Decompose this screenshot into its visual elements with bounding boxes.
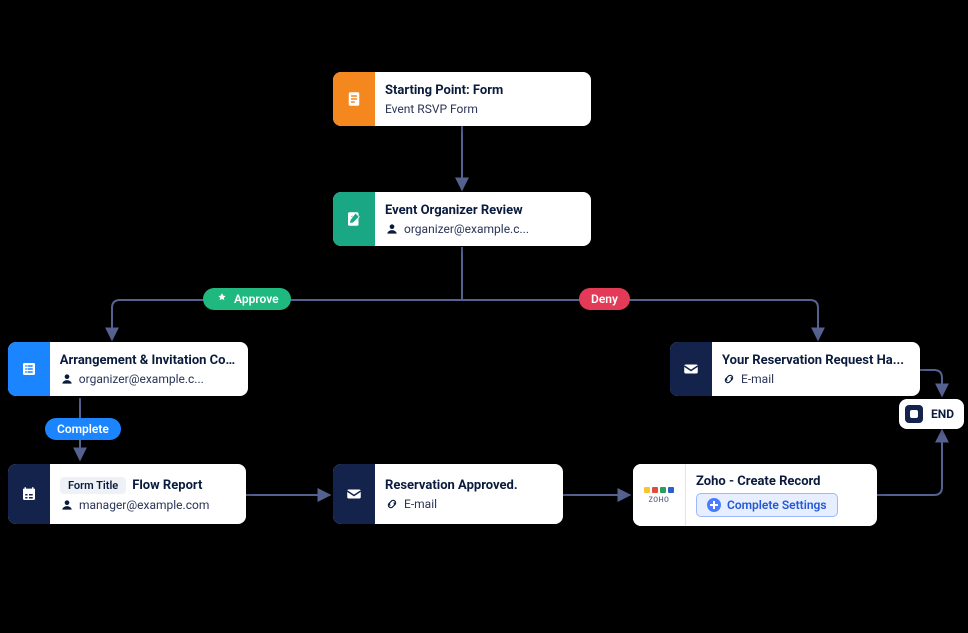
node-title: Form Title Flow Report bbox=[60, 477, 209, 494]
node-subtitle: E-mail bbox=[722, 372, 904, 386]
node-subtitle: E-mail bbox=[385, 497, 518, 511]
node-subtitle: manager@example.com bbox=[60, 498, 209, 512]
mail-icon bbox=[670, 342, 712, 396]
node-arrangement[interactable]: Arrangement & Invitation Co... organizer… bbox=[8, 342, 248, 396]
node-flow-report[interactable]: Form Title Flow Report manager@example.c… bbox=[8, 464, 246, 524]
node-title: Arrangement & Invitation Co... bbox=[60, 353, 236, 368]
zoho-icon: ZOHO bbox=[633, 464, 686, 526]
node-zoho[interactable]: ZOHO Zoho - Create Record Complete Setti… bbox=[633, 464, 877, 526]
node-reservation-denied[interactable]: Your Reservation Request Ha... E-mail bbox=[670, 342, 920, 396]
plus-icon bbox=[707, 498, 721, 512]
flow-canvas: Starting Point: Form Event RSVP Form Eve… bbox=[0, 0, 968, 633]
link-icon bbox=[722, 372, 736, 386]
mail-icon bbox=[333, 464, 375, 524]
node-subtitle: organizer@example.c... bbox=[385, 222, 529, 236]
node-subtitle: organizer@example.c... bbox=[60, 372, 236, 386]
node-action: Complete Settings bbox=[696, 493, 838, 517]
user-icon bbox=[385, 222, 399, 236]
form-icon bbox=[333, 72, 375, 126]
node-title: Your Reservation Request Ha... bbox=[722, 353, 904, 368]
link-icon bbox=[385, 497, 399, 511]
user-icon bbox=[60, 498, 74, 512]
calendar-icon bbox=[8, 464, 50, 524]
review-icon bbox=[333, 192, 375, 246]
list-icon bbox=[8, 342, 50, 396]
node-title: Zoho - Create Record bbox=[696, 474, 838, 489]
node-title: Event Organizer Review bbox=[385, 203, 529, 218]
complete-settings-button[interactable]: Complete Settings bbox=[696, 493, 838, 517]
node-title: Starting Point: Form bbox=[385, 83, 503, 98]
approve-icon bbox=[215, 292, 229, 306]
approve-pill[interactable]: Approve bbox=[203, 288, 291, 310]
end-node[interactable]: END bbox=[899, 399, 964, 429]
deny-pill[interactable]: Deny bbox=[579, 288, 630, 310]
node-title: Reservation Approved. bbox=[385, 478, 518, 493]
stop-icon bbox=[905, 405, 923, 423]
node-start-form[interactable]: Starting Point: Form Event RSVP Form bbox=[333, 72, 591, 126]
node-subtitle: Event RSVP Form bbox=[385, 102, 503, 116]
user-icon bbox=[60, 372, 74, 386]
form-title-chip: Form Title bbox=[60, 477, 126, 494]
node-review[interactable]: Event Organizer Review organizer@example… bbox=[333, 192, 591, 246]
complete-pill[interactable]: Complete bbox=[45, 418, 121, 440]
node-reservation-approved[interactable]: Reservation Approved. E-mail bbox=[333, 464, 563, 524]
